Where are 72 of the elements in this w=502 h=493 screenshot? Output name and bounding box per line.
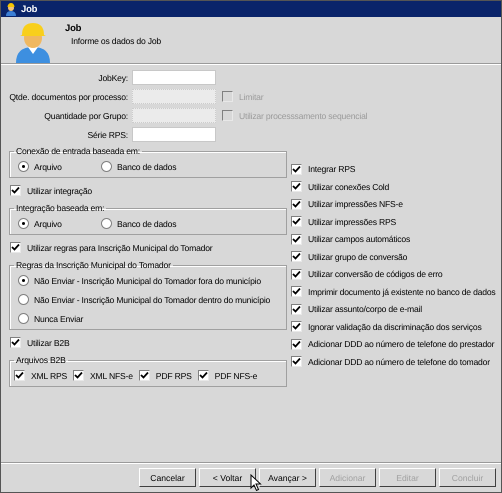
checkbox[interactable]	[291, 164, 302, 174]
checkbox[interactable]	[291, 234, 302, 244]
checkbox[interactable]	[291, 286, 302, 297]
checkbox-label: Limitar	[239, 92, 264, 102]
radio-label: Não Enviar - Inscrição Municipal do Tomador dentro do município	[34, 294, 270, 304]
header-title: Job	[65, 23, 82, 34]
checkbox-label: Utilizar grupo de conversão	[308, 252, 408, 262]
radio-button[interactable]	[101, 218, 112, 229]
radio-label: Arquivo	[34, 218, 62, 228]
checkbox-label: XML NFS-e	[90, 370, 133, 380]
checkbox-label: XML RPS	[31, 370, 68, 380]
radio-label: Não Enviar - Inscrição Municipal do Tomador fora do município	[34, 276, 261, 286]
checkbox-label: Utilizar campos automáticos	[308, 234, 410, 244]
window-title: Job	[21, 4, 38, 14]
text-field[interactable]	[132, 70, 216, 85]
header-subtitle: Informe os dados do Job	[71, 36, 161, 46]
checkbox-label: PDF NFS-e	[214, 370, 258, 380]
field-label: JobKey:	[97, 72, 128, 82]
field-label: Quantidade por Grupo:	[43, 110, 128, 120]
checkbox[interactable]	[291, 216, 302, 227]
checkbox[interactable]	[291, 198, 302, 210]
checkbox-label: Utilizar B2B	[27, 338, 70, 348]
group-title: Regras da Inscrição Municipal do Tomador	[15, 260, 172, 270]
checkbox-label: Utilizar processsamento sequencial	[239, 110, 368, 120]
checkbox[interactable]	[291, 338, 302, 350]
radio-label: Banco de dados	[117, 218, 176, 228]
checkbox[interactable]	[10, 242, 21, 253]
checkbox-label: Adicionar DDD ao número de telefone do prestador	[308, 339, 494, 349]
text-field[interactable]	[132, 127, 216, 142]
checkbox[interactable]	[198, 370, 209, 381]
radio-label: Arquivo	[34, 162, 62, 172]
checkbox[interactable]	[10, 185, 21, 196]
dialog-button[interactable]: Cancelar	[139, 468, 196, 487]
checkbox-label: Utilizar conversão de códigos de erro	[308, 269, 442, 279]
worker-icon	[4, 2, 18, 16]
radio-button[interactable]	[101, 161, 112, 172]
checkbox[interactable]	[291, 251, 302, 262]
radio-button[interactable]	[18, 294, 29, 305]
group-title: Integração baseada em:	[15, 203, 106, 213]
group-title: Conexão de entrada baseada em:	[15, 146, 141, 156]
radio-button[interactable]	[18, 161, 29, 172]
checkbox[interactable]	[138, 370, 150, 381]
checkbox[interactable]	[291, 268, 302, 280]
field-label: Série RPS:	[86, 130, 128, 140]
checkbox[interactable]	[73, 370, 84, 381]
radio-label: Nunca Enviar	[34, 314, 84, 324]
radio-button[interactable]	[18, 275, 29, 286]
dialog-button[interactable]: Avançar >	[259, 468, 316, 487]
checkbox-label: Utilizar assunto/corpo de e-mail	[308, 304, 422, 314]
mouse-cursor-icon	[250, 474, 262, 492]
checkbox-label: Utilizar integração	[27, 186, 92, 196]
checkbox-label: Ignorar validação da discriminação dos serviços	[308, 322, 482, 332]
checkbox-label: PDF RPS	[156, 370, 192, 380]
checkbox[interactable]	[291, 181, 302, 192]
checkbox[interactable]	[291, 356, 302, 367]
checkbox[interactable]	[10, 337, 21, 348]
checkbox-label: Utilizar conexões Cold	[308, 182, 390, 192]
field-label: Qtde. documentos por processo:	[9, 92, 128, 102]
checkbox[interactable]	[14, 370, 25, 381]
checkbox-label: Adicionar DDD ao número de telefone do tomador	[308, 356, 490, 366]
checkbox[interactable]	[291, 321, 302, 332]
radio-button[interactable]	[18, 313, 29, 324]
radio-button[interactable]	[18, 218, 29, 229]
radio-label: Banco de dados	[117, 162, 176, 172]
group-title: Arquivos B2B	[15, 355, 67, 365]
checkbox[interactable]	[291, 304, 302, 314]
checkbox-label: Utilizar impressões RPS	[308, 216, 396, 226]
dialog-button[interactable]: < Voltar	[199, 468, 256, 487]
checkbox-label: Imprimir documento já existente no banco de dados	[308, 286, 496, 296]
checkbox-label: Utilizar impressões NFS-e	[308, 199, 403, 209]
checkbox-label: Utilizar regras para Inscrição Municipal do Tomador	[27, 242, 212, 252]
checkbox-label: Integrar RPS	[308, 164, 356, 174]
